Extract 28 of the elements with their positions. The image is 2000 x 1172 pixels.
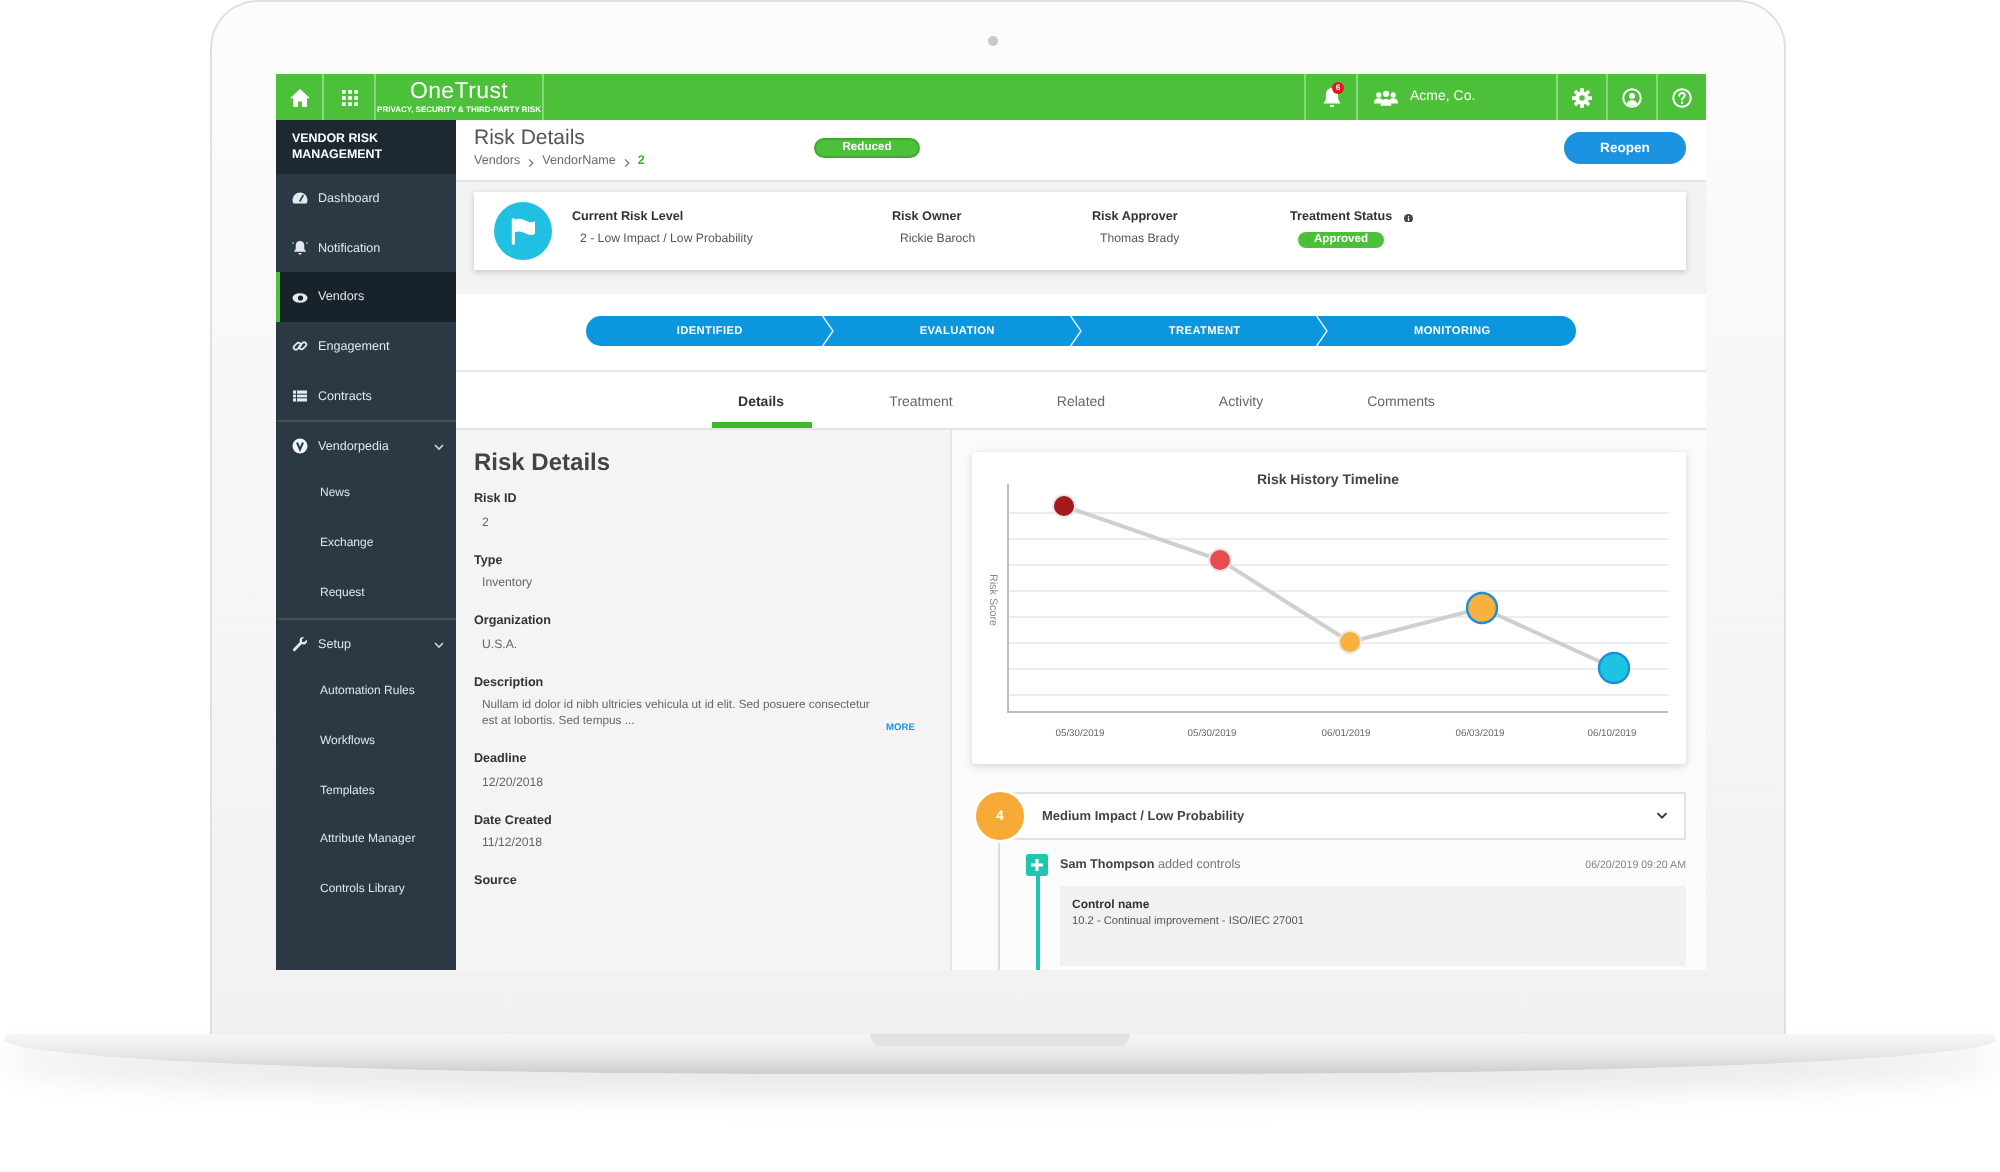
bell-icon [292,240,308,257]
grid-icon [341,89,357,105]
plus-icon [1026,854,1048,876]
breadcrumb-chevron-icon [623,157,630,167]
v-circle-icon [292,438,308,455]
home-icon [289,87,309,107]
page-title: Risk Details [474,126,587,152]
info-icon[interactable] [1404,213,1414,223]
user-icon [1622,87,1642,107]
chain-link-icon [292,338,308,355]
step-chevron-icon [821,316,834,346]
logo-text: OneTrust [409,80,509,104]
people-icon [1374,89,1398,105]
eye-icon [292,289,308,306]
settings-icon [1572,87,1592,107]
wrench-icon [292,636,308,653]
flag-icon [494,202,552,260]
chart-point[interactable] [1597,651,1631,685]
breadcrumb-chevron-icon [528,157,535,167]
chart-point[interactable] [1465,591,1499,625]
section-title: Risk Details [474,448,613,478]
timeline-connector [1035,876,1039,970]
list-icon [292,388,308,405]
step-chevron-icon [1316,316,1329,346]
help-icon [1672,87,1692,107]
gauge-icon [292,190,308,207]
step-chevron-icon [1069,316,1081,346]
camera-dot-icon [988,36,998,46]
